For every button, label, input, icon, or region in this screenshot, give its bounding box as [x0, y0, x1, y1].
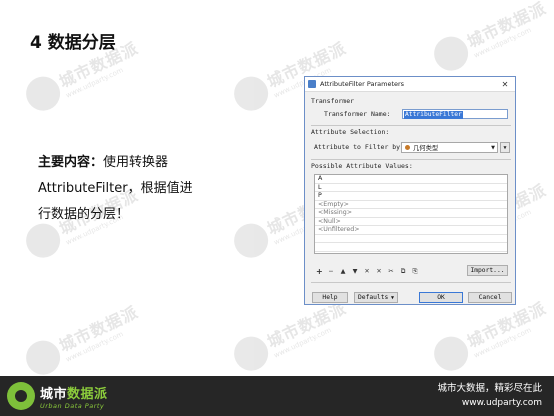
description-line-2: AttributeFilter，根据值进: [38, 181, 193, 196]
transformer-name-input[interactable]: AttributeFilter: [402, 109, 508, 119]
transformer-name-label: Transformer Name:: [324, 110, 391, 118]
import-button[interactable]: Import...: [467, 265, 508, 276]
app-icon: [308, 80, 316, 88]
filter-by-select[interactable]: 几何类型 ▼: [401, 142, 498, 153]
transformer-name-value: AttributeFilter: [404, 111, 463, 119]
remove-icon[interactable]: −: [328, 268, 334, 275]
logo-text-main: 城市: [40, 386, 68, 402]
cancel-button[interactable]: Cancel: [468, 292, 512, 303]
delete-icon[interactable]: ✕: [364, 268, 370, 275]
values-table[interactable]: A L P <Empty> <Missing> <Null> <Unfiltered>: [314, 174, 508, 254]
brand-logo: 城市数据派 Urban Data Party: [7, 382, 108, 410]
logo-subtitle: Urban Data Party: [40, 401, 105, 410]
watermark: 城市数据派www.udparty.com: [428, 294, 554, 377]
footer-tagline: 城市大数据，精彩尽在此: [437, 383, 542, 394]
filter-by-value: 几何类型: [413, 145, 439, 152]
value-row[interactable]: <Null>: [315, 218, 507, 226]
value-row[interactable]: A: [315, 175, 507, 184]
watermark: 城市数据派www.udparty.com: [228, 294, 354, 377]
defaults-button[interactable]: Defaults ▼: [354, 292, 398, 303]
value-row[interactable]: <Empty>: [315, 201, 507, 209]
defaults-label: Defaults: [358, 294, 389, 301]
attr-selection-label: Attribute Selection:: [311, 128, 390, 136]
logo-text-accent: 数据派: [67, 386, 108, 402]
brand-logo-icon: [7, 382, 35, 410]
value-row[interactable]: L: [315, 184, 507, 192]
copy-icon[interactable]: ⧉: [400, 268, 406, 276]
footer-bar: 城市数据派 Urban Data Party 城市大数据，精彩尽在此 www.u…: [0, 376, 554, 416]
divider: [311, 125, 511, 126]
clear-icon[interactable]: ✕: [376, 268, 382, 275]
transformer-group-label: Transformer: [311, 97, 355, 105]
ok-button[interactable]: OK: [419, 292, 463, 303]
dialog-title: AttributeFilter Parameters: [320, 80, 405, 88]
footer-url: www.udparty.com: [461, 398, 542, 408]
value-row[interactable]: <Missing>: [315, 209, 507, 218]
description-head: 主要内容：: [38, 155, 104, 170]
chevron-down-icon: ▼: [491, 144, 495, 151]
watermark: 城市数据派www.udparty.com: [428, 0, 554, 77]
values-toolbar: + − ▲ ▼ ✕ ✕ ✂ ⧉ ⎘: [316, 267, 418, 276]
value-row[interactable]: [315, 243, 507, 252]
cut-icon[interactable]: ✂: [388, 268, 394, 275]
help-button[interactable]: Help: [312, 292, 348, 303]
value-row[interactable]: <Unfiltered>: [315, 226, 507, 235]
move-up-icon[interactable]: ▲: [340, 268, 346, 275]
value-row[interactable]: [315, 235, 507, 243]
divider: [311, 282, 511, 283]
divider: [311, 159, 511, 160]
description-body: 使用转换器: [103, 155, 169, 170]
slide-title: 4 数据分层: [30, 33, 116, 53]
attribute-menu-button[interactable]: ▼: [500, 142, 510, 153]
watermark: 城市数据派www.udparty.com: [20, 298, 146, 381]
move-down-icon[interactable]: ▼: [352, 268, 358, 275]
description-line-1: 主要内容：使用转换器: [38, 150, 218, 176]
dialog-titlebar[interactable]: AttributeFilter Parameters ✕: [305, 77, 515, 92]
attribute-icon: [405, 145, 410, 150]
description-line-3: 行数据的分层！: [38, 207, 130, 222]
attributefilter-dialog: AttributeFilter Parameters ✕ Transformer…: [304, 76, 516, 305]
chevron-down-icon: ▼: [390, 294, 394, 301]
possible-values-label: Possible Attribute Values:: [311, 162, 413, 170]
close-icon[interactable]: ✕: [495, 77, 515, 91]
add-icon[interactable]: +: [316, 267, 323, 276]
paste-icon[interactable]: ⎘: [412, 268, 418, 276]
value-row[interactable]: P: [315, 192, 507, 201]
slide-description: 主要内容：使用转换器 AttributeFilter，根据值进 行数据的分层！: [38, 150, 218, 228]
filter-by-label: Attribute to Filter by:: [314, 143, 405, 151]
